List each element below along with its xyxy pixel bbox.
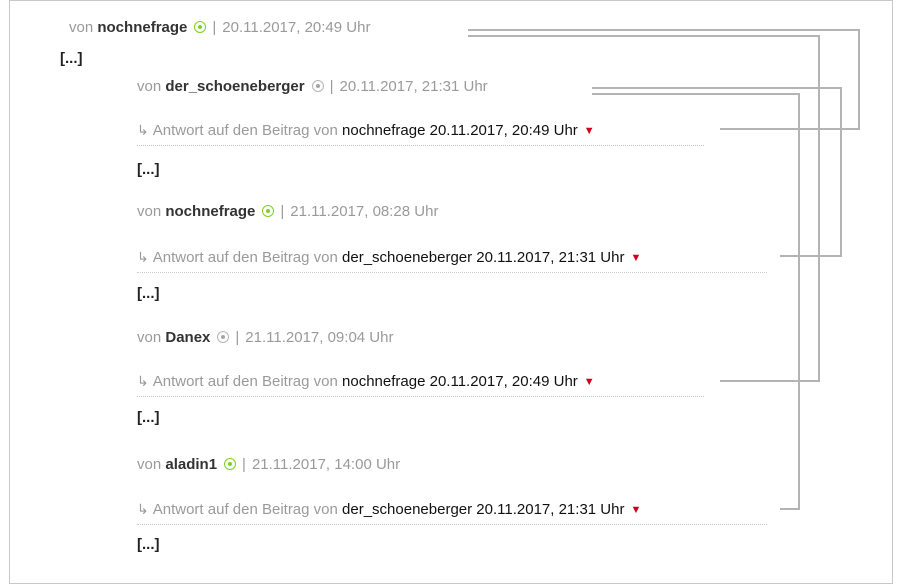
reply-reference: ↳ Antwort auf den Beitrag von der_schoene… [137, 499, 641, 520]
reply-reference: ↳ Antwort auf den Beitrag von nochnefrage… [137, 120, 595, 141]
reply-underline [137, 272, 767, 273]
by-label: von [137, 203, 162, 220]
connector-line [780, 255, 842, 257]
reply-prefix: Antwort auf den Beitrag von [152, 501, 338, 518]
post-body-ellipsis: [...] [137, 536, 160, 553]
connector-line [468, 29, 860, 31]
username-link[interactable]: der_schoeneberger [165, 78, 304, 95]
reply-prefix: Antwort auf den Beitrag von [152, 373, 338, 390]
expand-triangle-icon[interactable]: ▼ [584, 376, 595, 388]
reply-prefix: Antwort auf den Beitrag von [152, 122, 338, 139]
expand-triangle-icon[interactable]: ▼ [584, 125, 595, 137]
separator: | [329, 78, 334, 95]
post-header: von nochnefrage | 21.11.2017, 08:28 Uhr [137, 202, 438, 222]
post-timestamp: 21.11.2017, 08:28 Uhr [290, 203, 439, 220]
reply-reference-link[interactable]: der_schoeneberger 20.11.2017, 21:31 Uhr [342, 501, 624, 518]
reply-reference-time: 20.11.2017, 20:49 Uhr [429, 122, 578, 139]
post-header: von aladin1 | 21.11.2017, 14:00 Uhr [137, 455, 400, 475]
expand-triangle-icon[interactable]: ▼ [630, 504, 641, 516]
post-header: von der_schoeneberger | 20.11.2017, 21:31 … [137, 77, 488, 97]
reply-reference: ↳ Antwort auf den Beitrag von der_schoene… [137, 247, 641, 268]
reply-reference-user: der_schoeneberger [342, 249, 473, 266]
by-label: von [137, 78, 162, 95]
offline-status-icon [311, 80, 324, 92]
connector-line [720, 380, 820, 382]
reply-reference-link[interactable]: der_schoeneberger 20.11.2017, 21:31 Uhr [342, 249, 624, 266]
reply-reference-user: nochnefrage [342, 122, 426, 139]
reply-reference-link[interactable]: nochnefrage 20.11.2017, 20:49 Uhr [342, 122, 578, 139]
post-timestamp: 21.11.2017, 09:04 Uhr [245, 329, 394, 346]
reply-prefix: Antwort auf den Beitrag von [152, 249, 338, 266]
reply-arrow-icon: ↳ [137, 373, 149, 389]
connector-line [858, 29, 860, 130]
separator: | [212, 19, 217, 36]
post-body-ellipsis: [...] [137, 409, 160, 426]
username-link[interactable]: nochnefrage [165, 203, 255, 220]
reply-reference-time: 20.11.2017, 21:31 Uhr [476, 501, 625, 518]
post-header: von nochnefrage | 20.11.2017, 20:49 Uhr [69, 18, 370, 38]
post-header: von Danex | 21.11.2017, 09:04 Uhr [137, 328, 393, 348]
connector-line [592, 87, 842, 89]
reply-arrow-icon: ↳ [137, 501, 149, 517]
post-timestamp: 20.11.2017, 20:49 Uhr [222, 19, 371, 36]
by-label: von [137, 329, 162, 346]
username-link[interactable]: aladin1 [165, 456, 217, 473]
post-body-ellipsis: [...] [60, 50, 83, 67]
reply-underline [137, 396, 704, 397]
reply-arrow-icon: ↳ [137, 122, 149, 138]
connector-line [840, 87, 842, 257]
connector-line [780, 508, 800, 510]
expand-triangle-icon[interactable]: ▼ [630, 252, 641, 264]
online-status-icon [262, 205, 275, 217]
offline-status-icon [217, 331, 230, 343]
separator: | [235, 329, 240, 346]
connector-line [720, 128, 860, 130]
by-label: von [69, 19, 94, 36]
username-link[interactable]: Danex [165, 329, 210, 346]
post-timestamp: 21.11.2017, 14:00 Uhr [251, 456, 401, 473]
online-status-icon [224, 458, 237, 470]
separator: | [242, 456, 246, 473]
reply-reference-link[interactable]: nochnefrage 20.11.2017, 20:49 Uhr [342, 373, 578, 390]
post-body-ellipsis: [...] [137, 285, 160, 302]
reply-reference-user: der_schoeneberger [342, 501, 473, 518]
connector-line [468, 35, 820, 37]
reply-reference-time: 20.11.2017, 20:49 Uhr [429, 373, 578, 390]
post-body-ellipsis: [...] [137, 161, 160, 178]
post-timestamp: 20.11.2017, 21:31 Uhr [339, 78, 488, 95]
online-status-icon [194, 21, 207, 33]
reply-underline [137, 145, 704, 146]
separator: | [280, 203, 285, 220]
username-link[interactable]: nochnefrage [97, 19, 187, 36]
by-label: von [137, 456, 162, 473]
reply-reference: ↳ Antwort auf den Beitrag von nochnefrage… [137, 371, 595, 392]
reply-reference-time: 20.11.2017, 21:31 Uhr [476, 249, 625, 266]
reply-arrow-icon: ↳ [137, 249, 149, 265]
reply-reference-user: nochnefrage [342, 373, 426, 390]
reply-underline [137, 524, 767, 525]
connector-line [798, 93, 800, 510]
connector-line [592, 93, 800, 95]
